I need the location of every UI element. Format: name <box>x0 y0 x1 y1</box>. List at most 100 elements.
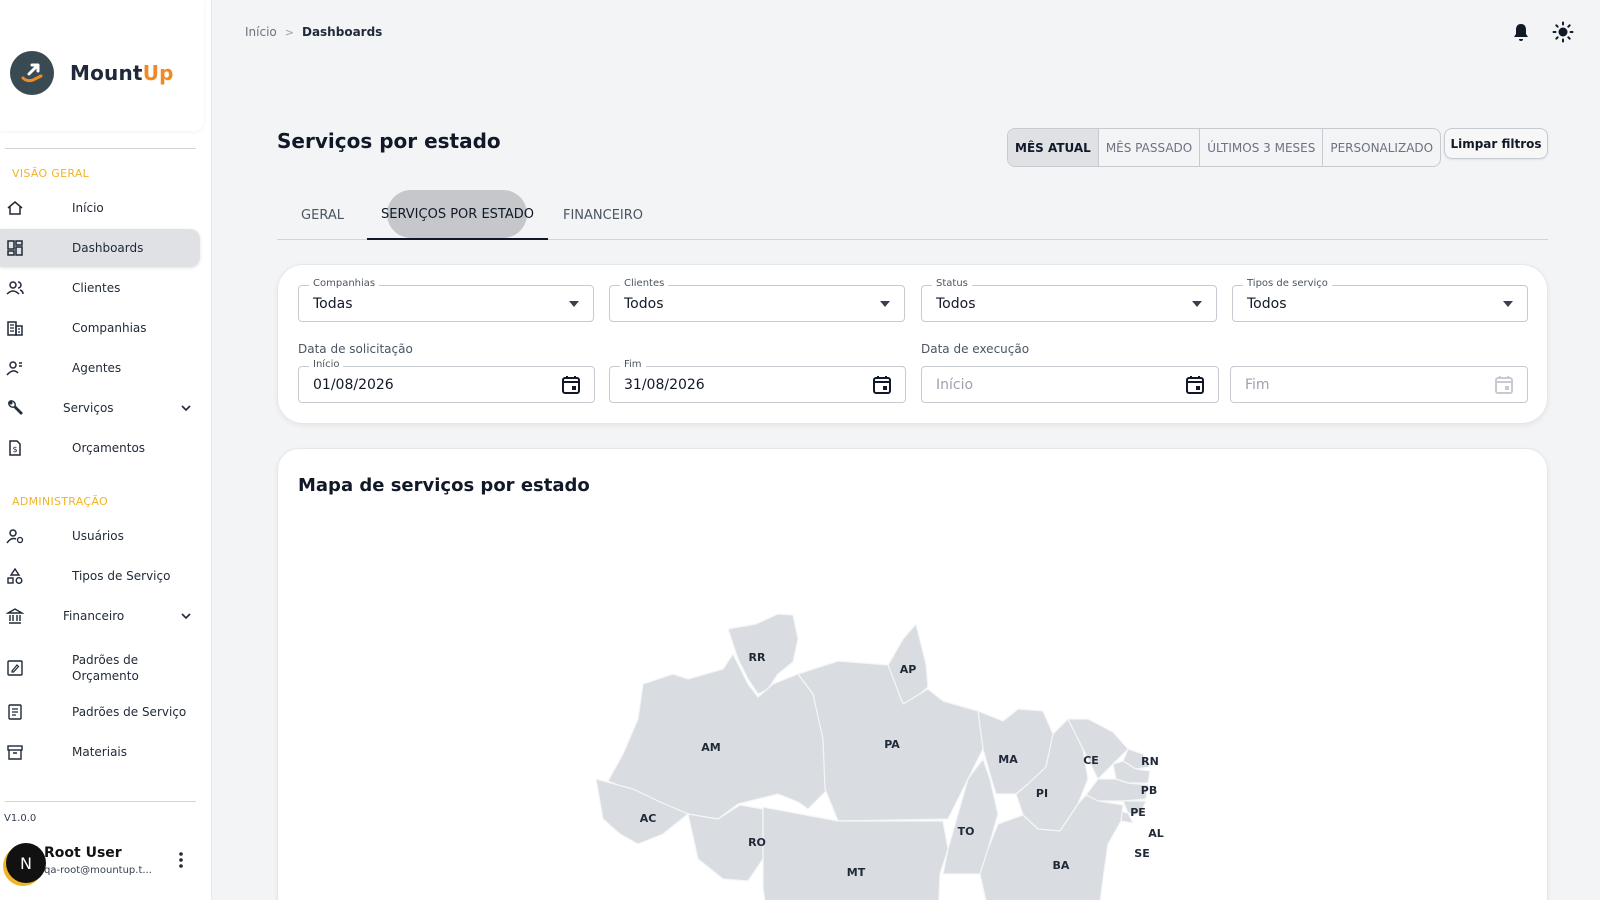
calendar-icon[interactable] <box>871 374 893 396</box>
field-value: Todos <box>936 296 976 312</box>
field-value: Todas <box>313 296 353 312</box>
logo-card: MountUp <box>0 0 204 131</box>
sidebar-item-financeiro[interactable]: Financeiro <box>0 597 200 635</box>
field-placeholder: Fim <box>1245 377 1270 393</box>
sidebar-item-label: Tipos de Serviço <box>72 569 171 583</box>
field-label: Fim <box>620 359 646 370</box>
sidebar-item-servicos[interactable]: Serviços <box>0 389 200 427</box>
period-current-month-button[interactable]: MÊS ATUAL <box>1008 129 1099 166</box>
breadcrumb-home[interactable]: Início <box>245 25 277 39</box>
tipos-servico-select[interactable]: Tipos de serviço Todos <box>1232 278 1528 322</box>
chevron-down-icon[interactable] <box>178 400 194 416</box>
edit-doc-icon <box>7 660 23 676</box>
state-label-ac: AC <box>640 812 657 825</box>
user-profile[interactable]: N Root User qa-root@mountup.t... <box>0 840 212 890</box>
field-label: Clientes <box>620 278 669 289</box>
sidebar-item-dashboards[interactable]: Dashboards <box>0 229 200 267</box>
state-label-pe: PE <box>1130 806 1146 819</box>
brand-name: MountUp <box>70 61 174 85</box>
dropdown-arrow-icon <box>569 301 579 307</box>
state-mt[interactable] <box>762 806 949 900</box>
state-label-al: AL <box>1148 827 1164 840</box>
field-label: Status <box>932 278 972 289</box>
tab-financeiro[interactable]: FINANCEIRO <box>549 190 657 240</box>
calendar-icon[interactable] <box>1184 374 1206 396</box>
sidebar-item-orcamentos[interactable]: $ Orçamentos <box>0 429 200 467</box>
filters-card: Companhias Todas Clientes Todos Status T… <box>277 264 1548 424</box>
map-card: Mapa de serviços por estado RR AP AM PA … <box>277 448 1548 900</box>
tab-geral[interactable]: GERAL <box>277 190 368 240</box>
page-title: Serviços por estado <box>277 129 501 153</box>
sidebar-item-padroes-servico[interactable]: Padrões de Serviço <box>0 693 200 731</box>
sidebar-item-usuarios[interactable]: Usuários <box>0 517 200 555</box>
sidebar-item-label: Financeiro <box>63 609 125 623</box>
more-vertical-icon[interactable] <box>171 850 191 870</box>
sidebar-item-clientes[interactable]: Clientes <box>0 269 200 307</box>
period-custom-button[interactable]: PERSONALIZADO <box>1323 129 1440 166</box>
sidebar-item-label: Padrões de Orçamento <box>72 653 139 683</box>
divider <box>5 148 196 149</box>
calendar-icon[interactable] <box>560 374 582 396</box>
sidebar-item-label: Materiais <box>72 745 128 759</box>
field-value: 31/08/2026 <box>624 377 705 393</box>
field-value: 01/08/2026 <box>313 377 394 393</box>
clear-filters-button[interactable]: Limpar filtros <box>1444 128 1548 159</box>
sidebar-item-label: Agentes <box>72 361 122 375</box>
divider <box>5 801 196 802</box>
dropdown-arrow-icon <box>880 301 890 307</box>
chevron-down-icon[interactable] <box>178 608 194 624</box>
logo-icon[interactable] <box>10 51 54 95</box>
tab-label: GERAL <box>301 207 344 223</box>
breadcrumb-separator: > <box>284 25 294 39</box>
section-label-overview: VISÃO GERAL <box>12 167 90 180</box>
dropdown-arrow-icon <box>1192 301 1202 307</box>
brazil-map[interactable]: RR AP AM PA MA CE RN PB PI PE AL SE AC R… <box>278 449 1548 900</box>
sidebar-item-materiais[interactable]: Materiais <box>0 733 200 771</box>
breadcrumb-current: Dashboards <box>301 25 383 39</box>
execution-end-date-input[interactable]: Fim <box>1230 366 1528 403</box>
tab-label: FINANCEIRO <box>562 207 644 223</box>
sidebar-item-companhias[interactable]: Companhias <box>0 309 200 347</box>
sidebar-item-label: Padrões de Serviço <box>72 705 187 719</box>
period-last-month-button[interactable]: MÊS PASSADO <box>1099 129 1201 166</box>
clientes-select[interactable]: Clientes Todos <box>609 278 905 322</box>
request-start-date-input[interactable]: Início 01/08/2026 <box>298 359 595 403</box>
clients-icon <box>6 281 24 295</box>
calendar-icon <box>1495 376 1513 394</box>
sun-icon[interactable] <box>1552 21 1574 43</box>
state-label-se: SE <box>1134 847 1149 860</box>
sidebar-item-tipos-servico[interactable]: Tipos de Serviço <box>0 557 200 595</box>
field-label: Companhias <box>309 278 380 289</box>
user-email: qa-root@mountup.t... <box>44 865 152 876</box>
breadcrumb: Início > Dashboards <box>245 25 382 39</box>
execution-start-date-input[interactable]: Início <box>921 366 1219 403</box>
bell-icon[interactable] <box>1510 21 1532 43</box>
state-label-pa: PA <box>884 738 900 751</box>
period-selector: MÊS ATUAL MÊS PASSADO ÚLTIMOS 3 MESES PE… <box>1007 128 1442 167</box>
status-select[interactable]: Status Todos <box>921 278 1217 322</box>
app-version: V1.0.0 <box>4 813 37 824</box>
archive-icon <box>7 745 23 760</box>
request-end-date-input[interactable]: Fim 31/08/2026 <box>609 359 906 403</box>
sidebar: MountUp VISÃO GERAL Início Dashboards Cl… <box>0 0 212 900</box>
sidebar-item-padroes-orcamento[interactable]: Padrões de Orçamento <box>0 645 200 691</box>
home-icon <box>7 201 23 215</box>
state-label-ap: AP <box>900 663 917 676</box>
state-label-rn: RN <box>1141 755 1159 768</box>
state-label-am: AM <box>701 741 720 754</box>
tab-bar: GERAL SERVIÇOS POR ESTADO FINANCEIRO <box>277 190 1548 240</box>
period-last-3-months-button[interactable]: ÚLTIMOS 3 MESES <box>1200 129 1324 166</box>
wrench-icon <box>8 400 23 415</box>
field-label: Tipos de serviço <box>1243 278 1332 289</box>
field-label: Início <box>309 359 344 370</box>
sidebar-item-agentes[interactable]: Agentes <box>0 349 200 387</box>
sidebar-item-inicio[interactable]: Início <box>0 189 200 227</box>
state-label-pb: PB <box>1141 784 1157 797</box>
companhias-select[interactable]: Companhias Todas <box>298 278 594 322</box>
state-label-ba: BA <box>1053 859 1070 872</box>
avatar[interactable]: N <box>6 843 46 883</box>
bank-icon <box>6 608 24 624</box>
state-label-ma: MA <box>998 753 1018 766</box>
agents-icon <box>6 361 22 376</box>
tab-servicos-por-estado[interactable]: SERVIÇOS POR ESTADO <box>367 190 548 240</box>
